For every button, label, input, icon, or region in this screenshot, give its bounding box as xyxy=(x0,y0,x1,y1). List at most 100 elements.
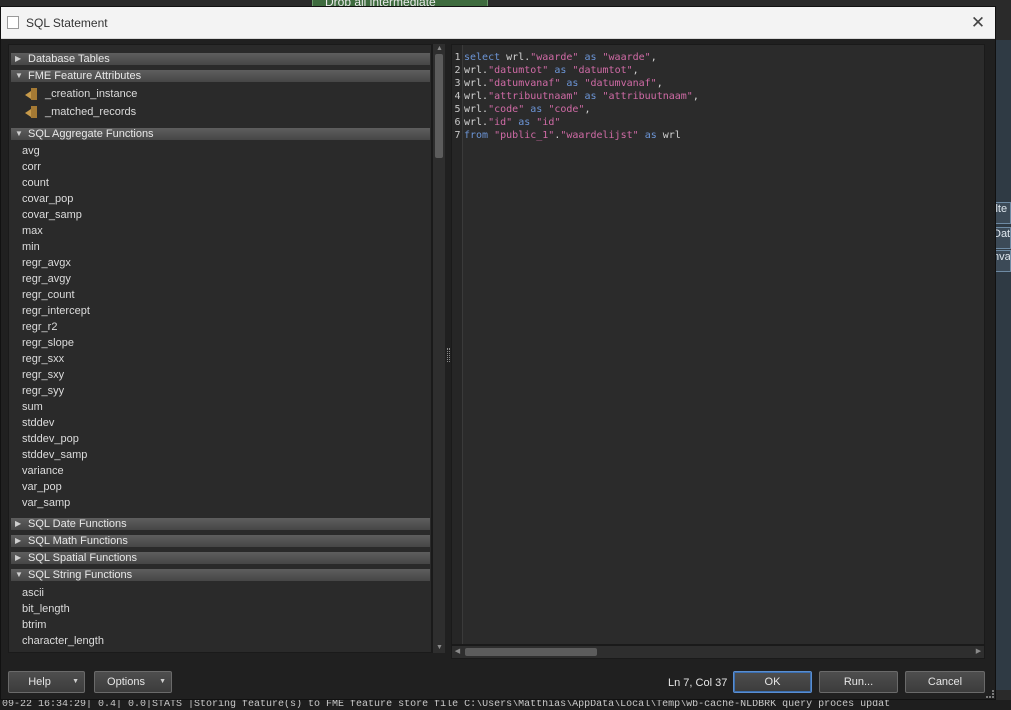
chevron-right-icon: ▶ xyxy=(15,54,22,63)
code-text: wrl."datumvanaf" as "datumvanaf", xyxy=(464,77,663,90)
sql-identifier: "datumtot" xyxy=(488,65,549,76)
function-item[interactable]: covar_pop xyxy=(22,191,73,207)
function-item[interactable]: chr xyxy=(22,649,37,652)
chevron-right-icon: ▶ xyxy=(15,553,22,562)
sql-identifier: "code" xyxy=(548,104,585,115)
chevron-down-icon: ▼ xyxy=(15,71,23,80)
group-label: SQL Math Functions xyxy=(28,535,128,547)
group-sql-date-functions[interactable]: ▶ SQL Date Functions xyxy=(10,517,431,531)
cursor-position-status: Ln 7, Col 37 xyxy=(668,677,728,689)
group-sql-string-functions[interactable]: ▼ SQL String Functions xyxy=(10,568,431,582)
function-item[interactable]: regr_sxy xyxy=(22,367,64,383)
function-tree-panel: ▶ Database Tables ▼ FME Feature Attribut… xyxy=(8,44,432,653)
function-item[interactable]: regr_syy xyxy=(22,383,64,399)
code-text: wrl."attribuutnaam" as "attribuutnaam", xyxy=(464,90,699,103)
chevron-right-icon: ▶ xyxy=(15,519,22,528)
title-bar[interactable]: SQL Statement ✕ xyxy=(1,7,995,39)
function-item[interactable]: regr_slope xyxy=(22,335,74,351)
scroll-up-icon[interactable]: ▲ xyxy=(434,44,445,54)
attribute-item[interactable]: _matched_records xyxy=(25,103,136,121)
scrollbar-thumb[interactable] xyxy=(435,54,443,158)
function-item[interactable]: var_samp xyxy=(22,495,70,511)
window-title: SQL Statement xyxy=(26,16,108,30)
sql-token: , xyxy=(692,91,699,102)
sql-token: wrl. xyxy=(464,104,489,115)
sql-token: wrl. xyxy=(500,52,531,63)
sql-keyword: as xyxy=(566,78,579,89)
function-item[interactable]: ascii xyxy=(22,585,44,601)
function-item[interactable]: bit_length xyxy=(22,601,70,617)
code-text: wrl."code" as "code", xyxy=(464,103,590,116)
group-fme-feature-attributes[interactable]: ▼ FME Feature Attributes xyxy=(10,69,431,83)
sql-keyword: as xyxy=(644,130,657,141)
function-item[interactable]: stddev_pop xyxy=(22,431,79,447)
function-item[interactable]: character_length xyxy=(22,633,104,649)
scroll-down-icon[interactable]: ▼ xyxy=(434,643,445,653)
sql-token: , xyxy=(650,52,657,63)
function-item[interactable]: min xyxy=(22,239,40,255)
function-item[interactable]: count xyxy=(22,175,49,191)
scrollbar-thumb[interactable] xyxy=(465,648,597,656)
sql-keyword: as xyxy=(530,104,543,115)
function-item[interactable]: regr_r2 xyxy=(22,319,57,335)
cancel-button[interactable]: Cancel xyxy=(905,671,985,693)
ok-button[interactable]: OK xyxy=(733,671,812,693)
run-button[interactable]: Run... xyxy=(819,671,898,693)
function-item[interactable]: variance xyxy=(22,463,64,479)
resize-grip-icon[interactable] xyxy=(986,690,994,698)
scroll-left-icon[interactable]: ◀ xyxy=(452,646,463,658)
sql-token: , xyxy=(656,78,663,89)
sql-token: , xyxy=(584,104,591,115)
line-number: 1 xyxy=(454,52,461,63)
function-item[interactable]: regr_count xyxy=(22,287,75,303)
function-item[interactable]: corr xyxy=(22,159,41,175)
editor-horizontal-scrollbar[interactable]: ◀ ▶ xyxy=(451,645,985,659)
options-button[interactable]: Options ▼ xyxy=(94,671,172,693)
code-text: select wrl."waarde" as "waarde", xyxy=(464,51,657,64)
line-number: 6 xyxy=(454,117,461,128)
function-item[interactable]: var_pop xyxy=(22,479,62,495)
group-label: Database Tables xyxy=(28,53,110,65)
attribute-arrow-icon xyxy=(25,88,39,101)
sql-token: wrl. xyxy=(464,117,489,128)
chevron-down-icon: ▼ xyxy=(15,129,23,138)
sql-keyword: as xyxy=(518,117,531,128)
window-icon xyxy=(7,16,19,29)
line-number: 3 xyxy=(454,78,461,89)
group-sql-math-functions[interactable]: ▶ SQL Math Functions xyxy=(10,534,431,548)
function-item[interactable]: regr_sxx xyxy=(22,351,64,367)
function-item[interactable]: covar_samp xyxy=(22,207,82,223)
help-button[interactable]: Help ▼ xyxy=(8,671,85,693)
tree-scrollbar[interactable]: ▲ ▼ xyxy=(432,44,445,653)
function-item[interactable]: regr_avgx xyxy=(22,255,71,271)
sql-identifier: "waarde" xyxy=(530,52,579,63)
function-item[interactable]: regr_avgy xyxy=(22,271,71,287)
sql-identifier: "attribuutnaam" xyxy=(602,91,693,102)
scroll-right-icon[interactable]: ▶ xyxy=(973,646,984,658)
close-button[interactable]: ✕ xyxy=(965,11,991,35)
attribute-arrow-icon xyxy=(25,106,39,119)
function-item[interactable]: max xyxy=(22,223,43,239)
function-item[interactable]: avg xyxy=(22,143,40,159)
group-sql-aggregate-functions[interactable]: ▼ SQL Aggregate Functions xyxy=(10,127,431,141)
help-button-label: Help xyxy=(28,676,51,688)
group-sql-spatial-functions[interactable]: ▶ SQL Spatial Functions xyxy=(10,551,431,565)
dropdown-arrow-icon: ▼ xyxy=(159,678,166,685)
sql-identifier: "id" xyxy=(536,117,561,128)
function-item[interactable]: btrim xyxy=(22,617,46,633)
attribute-item[interactable]: _creation_instance xyxy=(25,85,137,103)
group-label: SQL Spatial Functions xyxy=(28,552,138,564)
sql-keyword: from xyxy=(464,130,489,141)
code-text: wrl."id" as "id" xyxy=(464,116,560,129)
group-label: FME Feature Attributes xyxy=(28,70,142,82)
function-item[interactable]: stddev_samp xyxy=(22,447,87,463)
line-number: 7 xyxy=(454,130,461,141)
function-item[interactable]: regr_intercept xyxy=(22,303,90,319)
group-database-tables[interactable]: ▶ Database Tables xyxy=(10,52,431,66)
options-button-label: Options xyxy=(107,676,145,688)
line-number: 4 xyxy=(454,91,461,102)
line-number: 2 xyxy=(454,65,461,76)
sql-editor[interactable]: 1 select wrl."waarde" as "waarde", 2 wrl."d… xyxy=(451,44,985,645)
function-item[interactable]: stddev xyxy=(22,415,54,431)
function-item[interactable]: sum xyxy=(22,399,43,415)
